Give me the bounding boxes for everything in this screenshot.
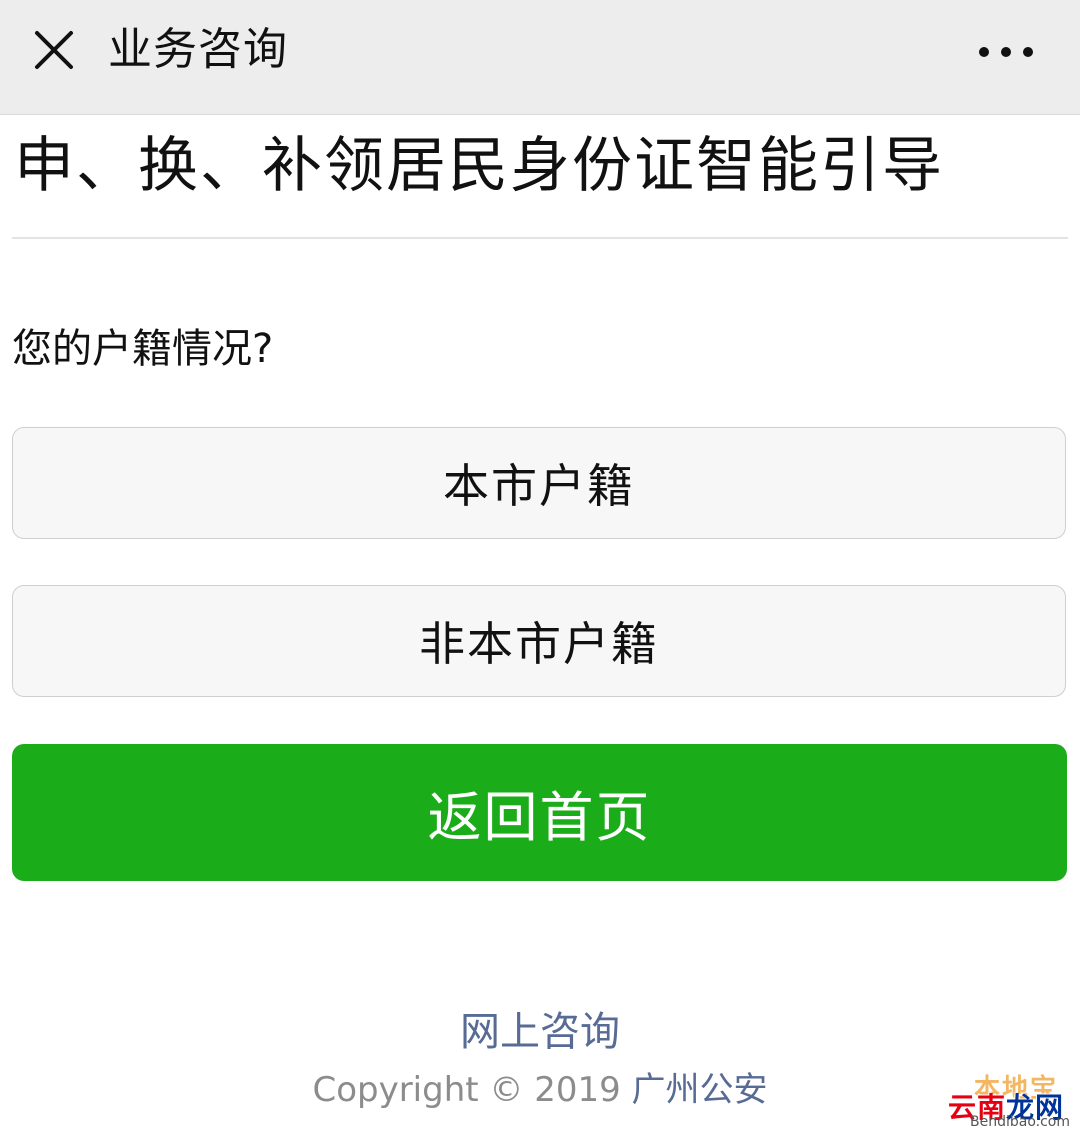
- copyright-text: Copyright © 2019 广州公安: [0, 1066, 1080, 1114]
- copyright-org-link[interactable]: 广州公安: [632, 1070, 768, 1110]
- watermark-sub-text: Bendibao.com: [970, 1114, 1071, 1130]
- page-title: 申、换、补领居民身份证智能引导: [14, 131, 944, 201]
- close-icon: [35, 31, 73, 69]
- question-label: 您的户籍情况?: [12, 326, 274, 372]
- back-to-home-button[interactable]: 返回首页: [12, 744, 1067, 881]
- more-button[interactable]: [968, 24, 1048, 80]
- title-bar: 业务咨询: [0, 0, 1080, 115]
- watermark-logo: 本地宝 云南龙网 Bendibao.com: [944, 1064, 1074, 1130]
- more-horizontal-icon: [979, 47, 1033, 57]
- option-nonlocal-household-button[interactable]: 非本市户籍: [12, 585, 1066, 697]
- divider: [12, 237, 1068, 239]
- copyright-label: Copyright © 2019: [312, 1070, 621, 1110]
- option-local-household-button[interactable]: 本市户籍: [12, 427, 1066, 539]
- window-title: 业务咨询: [108, 24, 288, 75]
- close-button[interactable]: [24, 20, 86, 82]
- online-consult-link[interactable]: 网上咨询: [0, 1004, 1080, 1060]
